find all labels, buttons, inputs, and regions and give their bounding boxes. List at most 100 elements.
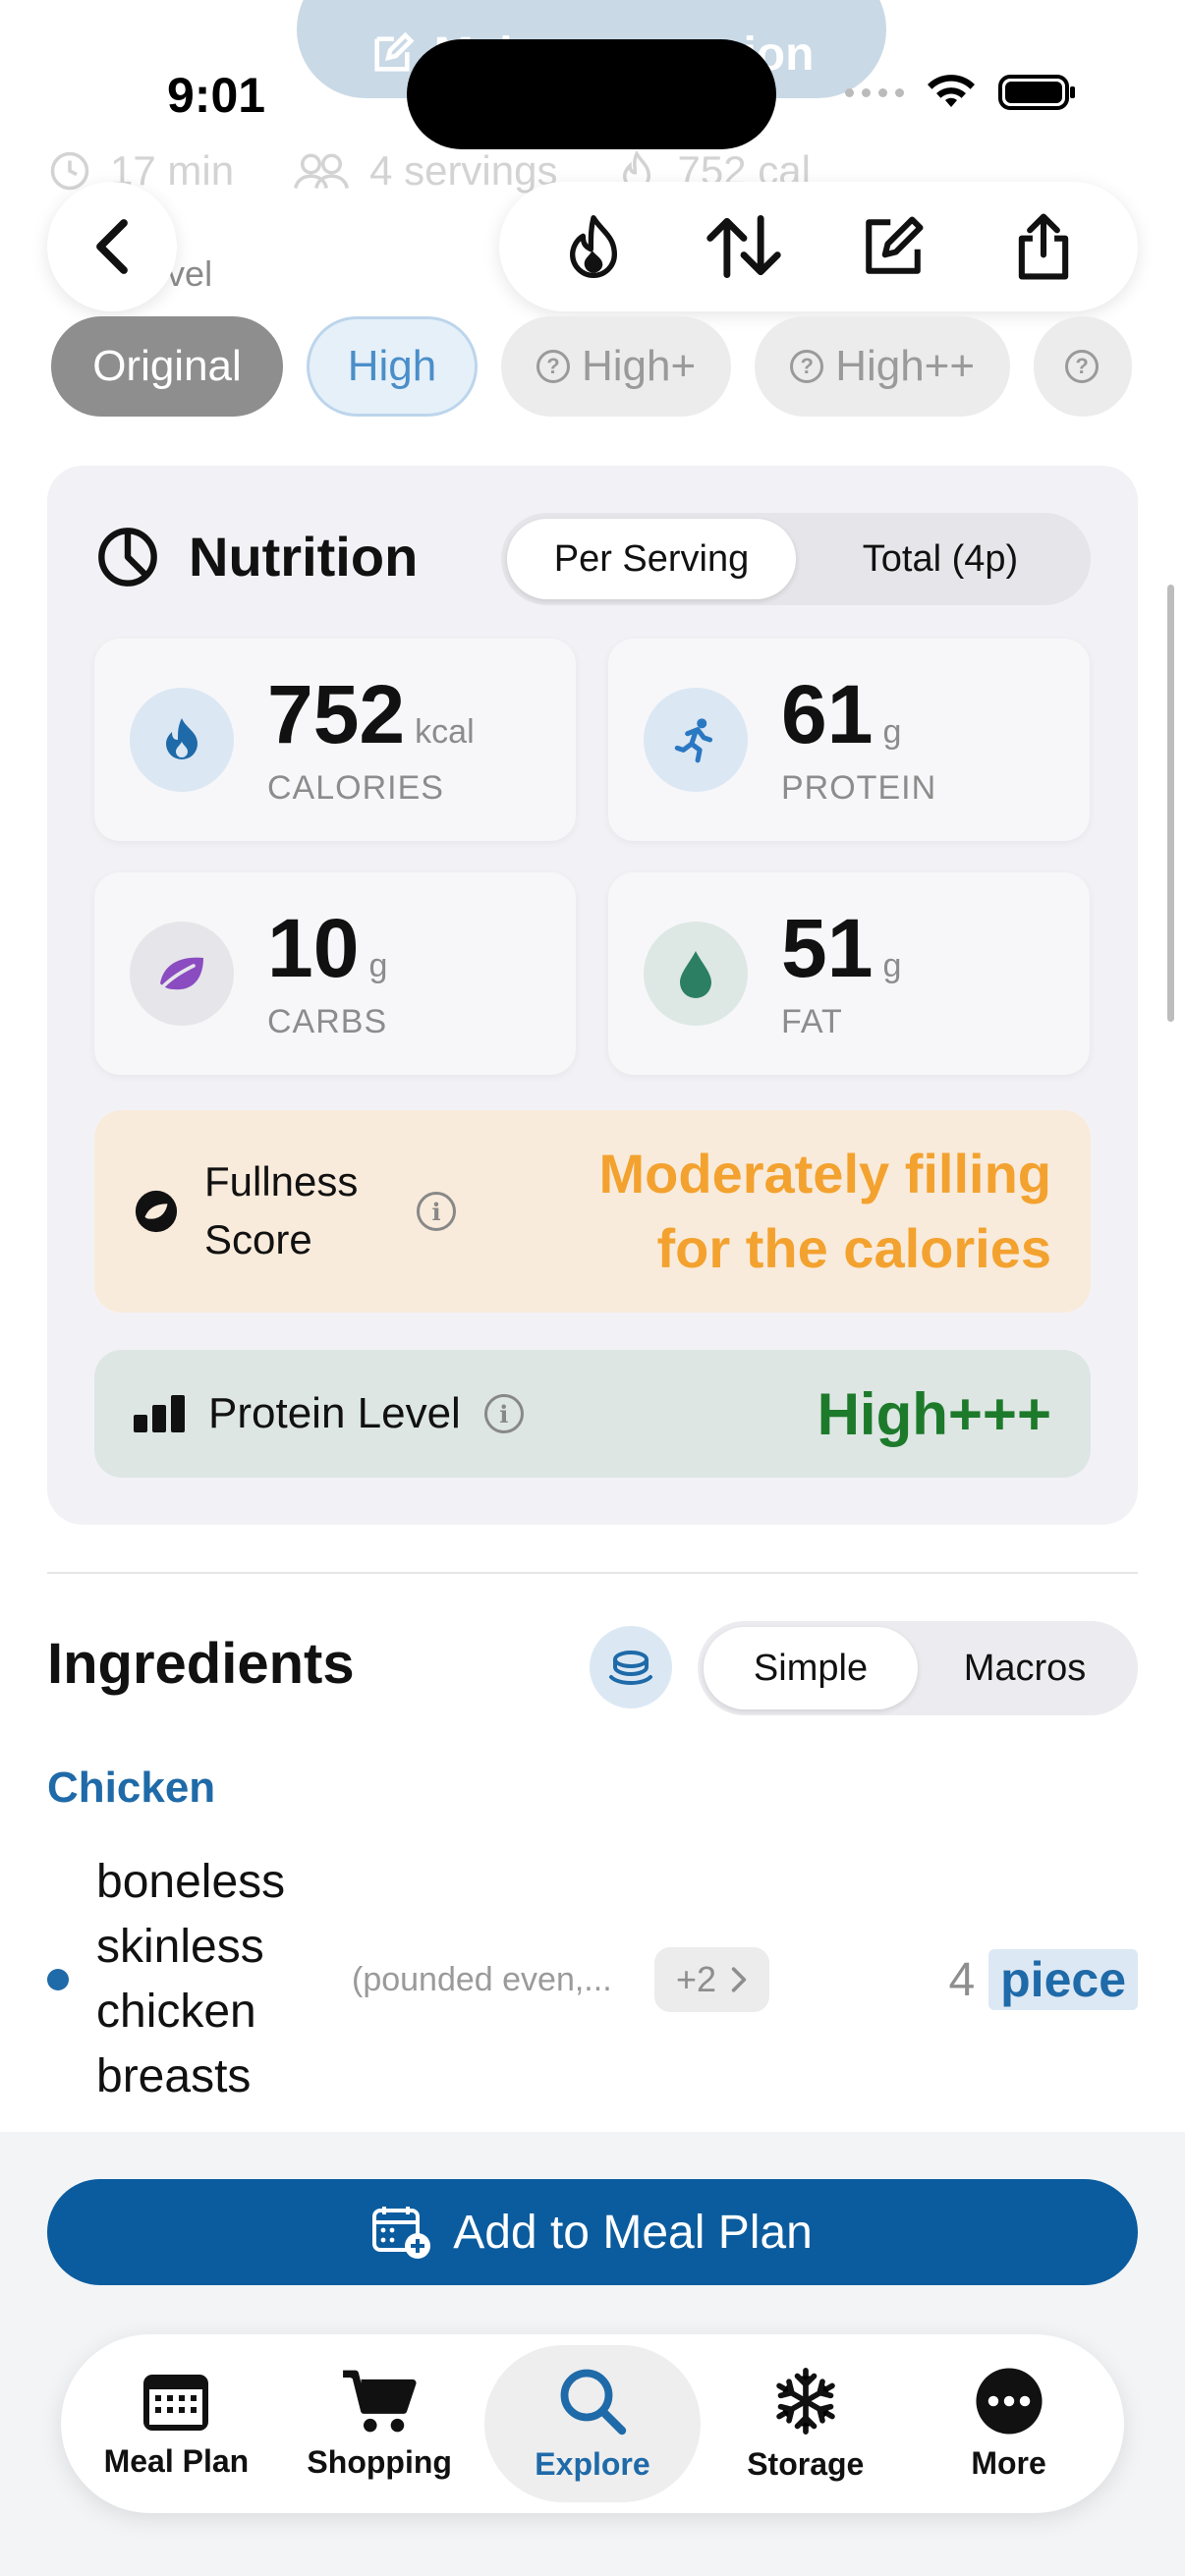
- edit-button[interactable]: [849, 202, 937, 291]
- tab-bar: Meal Plan Shopping Explore Storage More: [61, 2334, 1124, 2513]
- recipe-servings: 4 servings: [369, 147, 558, 194]
- fat-icon: [644, 922, 748, 1026]
- sort-button[interactable]: [700, 202, 788, 291]
- cart-icon: [343, 2370, 417, 2432]
- signal-bars-icon: [134, 1395, 185, 1432]
- info-icon[interactable]: i: [483, 1394, 524, 1433]
- info-icon[interactable]: i: [417, 1192, 456, 1231]
- protein-label: PROTEIN: [781, 768, 937, 807]
- protein-stat: 61 g PROTEIN: [608, 639, 1090, 841]
- ingredients-view-toggle: Simple Macros: [698, 1621, 1138, 1715]
- ingredient-more-button[interactable]: +2: [654, 1947, 770, 2012]
- dynamic-island: [407, 39, 776, 149]
- fat-stat: 51 g FAT: [608, 872, 1090, 1075]
- chip-original[interactable]: Original: [51, 316, 283, 417]
- bullet: [47, 1969, 69, 1990]
- clock-icon: [50, 151, 89, 191]
- tab-shopping[interactable]: Shopping: [281, 2345, 478, 2502]
- runner-icon: [674, 718, 713, 763]
- bowl-stack-icon: [609, 1651, 652, 1686]
- fullness-verdict: Moderately filling for the calories: [598, 1143, 1052, 1279]
- pie-chart-icon: [98, 527, 157, 587]
- chip-more[interactable]: ?: [1034, 316, 1133, 417]
- edit-icon: [373, 31, 414, 72]
- tab-label: Storage: [747, 2445, 865, 2482]
- flame-icon: [166, 718, 198, 759]
- recipe-toolbar: [499, 182, 1138, 311]
- servings-icon: [294, 153, 350, 189]
- calendar-icon: [143, 2374, 209, 2431]
- simple-option[interactable]: Simple: [704, 1627, 918, 1709]
- protein-unit: g: [882, 712, 902, 751]
- ingredient-note: (pounded even,...: [352, 1960, 612, 1998]
- protein-icon: [644, 688, 748, 792]
- add-to-meal-plan-label: Add to Meal Plan: [453, 2206, 813, 2259]
- question-icon: ?: [536, 350, 570, 383]
- fullness-label: Fullness Score: [204, 1158, 359, 1262]
- back-button[interactable]: [47, 182, 177, 311]
- tab-more[interactable]: More: [911, 2345, 1107, 2502]
- protein-level-chips: Original High ? High+ ? High++ ?: [51, 316, 1133, 417]
- question-icon: ?: [790, 350, 824, 383]
- share-icon: [1018, 213, 1068, 280]
- chip-label: High: [347, 342, 437, 390]
- calories-unit: kcal: [415, 712, 475, 751]
- leaf-icon: [160, 957, 203, 990]
- flame-icon: [570, 215, 618, 278]
- carbs-icon: [130, 922, 234, 1026]
- ingredient-quantity[interactable]: 4 piece: [948, 1949, 1138, 2010]
- share-button[interactable]: [999, 202, 1088, 291]
- tab-label: More: [971, 2444, 1046, 2481]
- protein-level-label: Protein Level: [208, 1389, 461, 1437]
- nutrition-title: Nutrition: [189, 526, 419, 588]
- satiety-icon: [135, 1190, 178, 1233]
- search-icon: [560, 2369, 627, 2435]
- quantity-number: 4: [948, 1953, 976, 2006]
- sort-arrows-icon: [706, 215, 781, 278]
- quantity-unit: piece: [988, 1949, 1138, 2010]
- protein-level-card[interactable]: Protein Level i High+++: [94, 1350, 1091, 1478]
- tab-storage[interactable]: Storage: [707, 2345, 904, 2502]
- more-icon: [976, 2367, 1043, 2435]
- calories-label: CALORIES: [267, 768, 444, 807]
- ingredient-row[interactable]: boneless skinless chicken breasts (pound…: [47, 1847, 1138, 2112]
- protein-value: 61: [781, 667, 874, 760]
- chip-label: Original: [92, 342, 242, 390]
- tab-meal-plan[interactable]: Meal Plan: [78, 2345, 274, 2502]
- fat-unit: g: [882, 946, 902, 984]
- status-icons: [845, 73, 1077, 112]
- nutrition-scope-toggle: Per Serving Total (4p): [501, 513, 1091, 605]
- carbs-stat: 10 g CARBS: [94, 872, 576, 1075]
- macros-option[interactable]: Macros: [918, 1627, 1132, 1709]
- more-count: +2: [676, 1959, 717, 1999]
- calendar-add-icon: [372, 2207, 431, 2259]
- chip-high-plus[interactable]: ? High+: [501, 316, 732, 417]
- question-icon: ?: [1065, 350, 1100, 383]
- scroll-indicator[interactable]: [1167, 585, 1174, 1022]
- pantry-button[interactable]: [590, 1626, 672, 1708]
- calories-button[interactable]: [549, 202, 638, 291]
- carbs-label: CARBS: [267, 1002, 388, 1040]
- drop-icon: [680, 951, 711, 998]
- total-option[interactable]: Total (4p): [796, 519, 1085, 599]
- ingredients-title: Ingredients: [47, 1632, 355, 1696]
- per-serving-option[interactable]: Per Serving: [507, 519, 796, 599]
- fullness-score-card[interactable]: Fullness Score i Moderately filling for …: [94, 1110, 1091, 1313]
- carbs-value: 10: [267, 901, 360, 994]
- ingredient-name: boneless skinless chicken breasts: [96, 1855, 286, 2103]
- fat-value: 51: [781, 901, 874, 994]
- chip-high[interactable]: High: [307, 316, 478, 417]
- add-to-meal-plan-button[interactable]: Add to Meal Plan: [47, 2179, 1138, 2285]
- calories-value: 752: [267, 667, 406, 760]
- nutrition-header: Nutrition: [96, 525, 418, 588]
- ingredient-group-title: Chicken: [47, 1764, 216, 1812]
- calories-icon: [130, 688, 234, 792]
- chip-high-plus-plus[interactable]: ? High++: [755, 316, 1011, 417]
- chip-label: High+: [582, 342, 697, 390]
- snowflake-icon: [776, 2367, 835, 2435]
- status-time: 9:01: [167, 68, 266, 123]
- tab-label: Meal Plan: [103, 2442, 250, 2479]
- wifi-icon: [928, 75, 975, 107]
- tab-explore[interactable]: Explore: [483, 2345, 701, 2502]
- protein-level-value: High+++: [817, 1380, 1051, 1447]
